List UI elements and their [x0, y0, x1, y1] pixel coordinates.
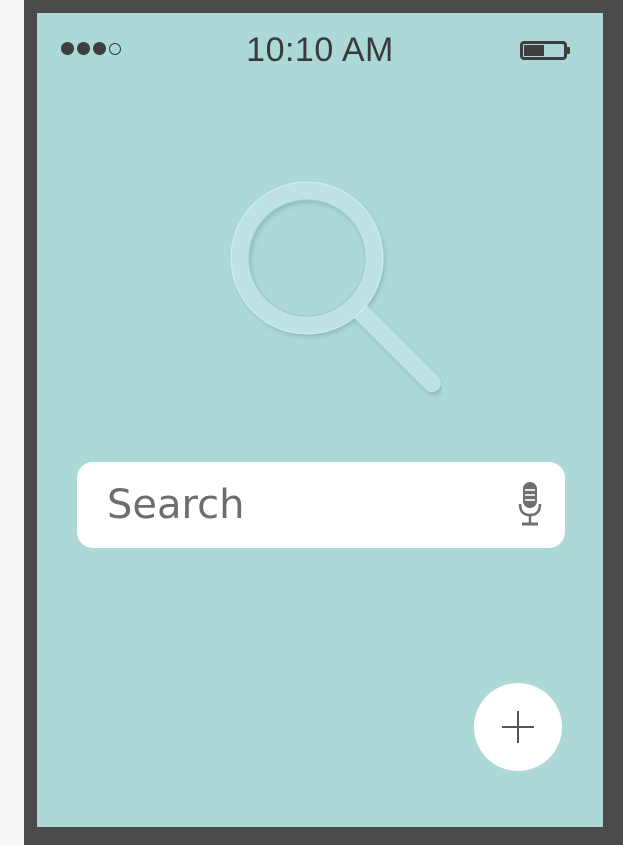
search-bar[interactable]: [77, 462, 565, 548]
plus-icon: [502, 711, 534, 743]
magnifying-glass-icon: [230, 181, 441, 392]
status-time: 10:10 AM: [246, 31, 394, 69]
microphone-icon[interactable]: [518, 482, 542, 528]
add-button[interactable]: [474, 683, 562, 771]
phone-screen: 10:10 AM: [37, 13, 603, 827]
search-input[interactable]: [107, 462, 487, 548]
phone-frame: 10:10 AM: [24, 0, 623, 845]
battery-icon: [520, 41, 570, 60]
